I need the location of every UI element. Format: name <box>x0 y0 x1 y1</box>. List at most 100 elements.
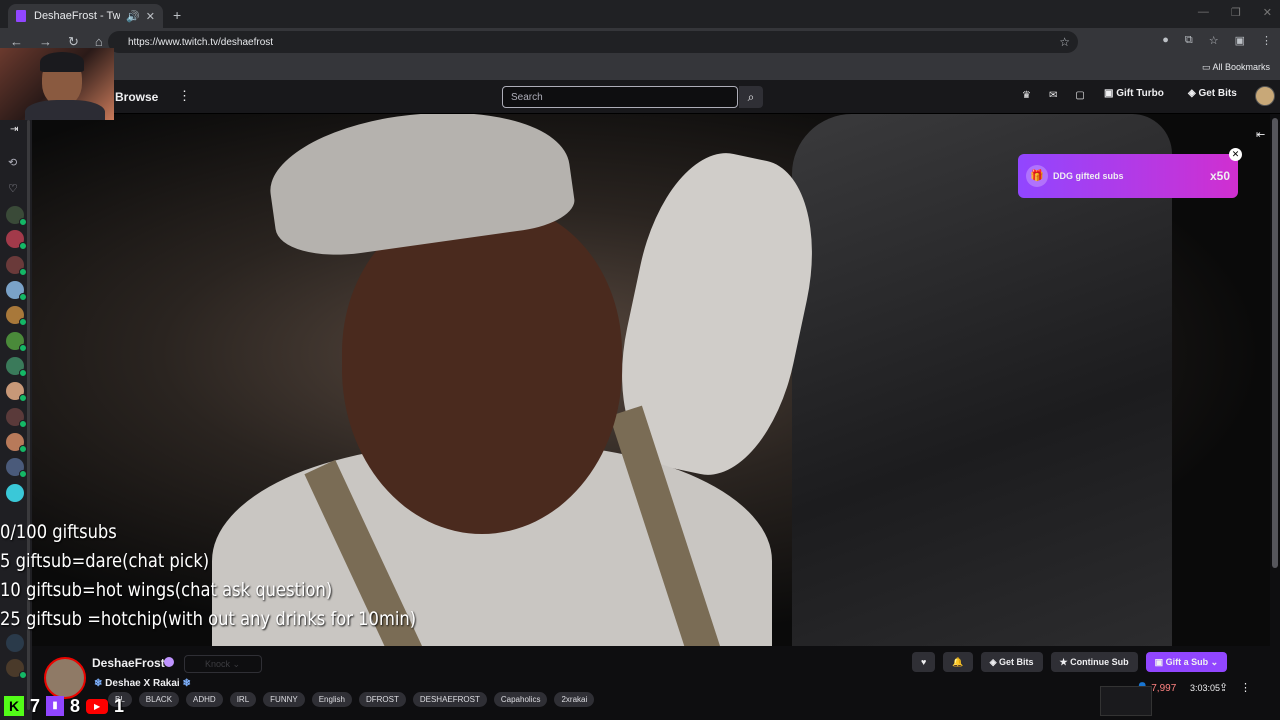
channel-avatar[interactable] <box>6 484 24 502</box>
get-bits-channel-button[interactable]: ◈ Get Bits <box>980 652 1043 672</box>
tag[interactable]: Capaholics <box>493 692 548 707</box>
youtube-count: 1 <box>114 695 125 716</box>
youtube-logo-icon: ▶ <box>86 698 109 714</box>
all-bookmarks-button[interactable]: ▭ All Bookmarks <box>1202 62 1270 73</box>
window-controls: — ❐ ✕ <box>1198 6 1272 19</box>
share-icon[interactable]: ⇪ <box>1219 681 1228 694</box>
crown-icon[interactable]: ♛ <box>1022 90 1031 101</box>
snowflake-icon: ❄ <box>182 678 191 689</box>
tag[interactable]: ADHD <box>186 692 223 707</box>
channel-avatar[interactable] <box>6 433 27 453</box>
channel-avatar[interactable] <box>6 256 27 276</box>
expand-chat-icon[interactable]: ⇤ <box>1256 128 1265 141</box>
kick-logo-icon: K <box>4 696 24 716</box>
live-dot <box>19 420 27 428</box>
overlay-line: 10 giftsub=hot wings(chat ask question) <box>0 579 333 601</box>
live-dot <box>19 671 27 679</box>
mini-preview-overlay <box>1100 686 1152 716</box>
channel-avatar[interactable] <box>6 458 27 478</box>
channel-avatar[interactable] <box>6 230 27 250</box>
tag[interactable]: DESHAEFROST <box>412 692 487 707</box>
channel-name[interactable]: DeshaeFrost <box>92 656 165 670</box>
tab-title: DeshaeFrost - Twitch <box>34 10 121 22</box>
gift-icon: 🎁 <box>1026 165 1048 187</box>
all-bookmarks-label: All Bookmarks <box>1212 62 1270 72</box>
snowflake-icon: ❄ <box>94 678 103 689</box>
new-tab-button[interactable]: + <box>173 7 181 23</box>
gift-sub-goals-overlay: 0/100 giftsubs 5 giftsub=dare(chat pick)… <box>0 518 416 634</box>
close-tab-icon[interactable]: ✕ <box>146 10 155 23</box>
verified-icon <box>164 657 174 667</box>
follow-heart-button[interactable]: ♥ <box>912 652 936 672</box>
gift-a-sub-button[interactable]: ▣ Gift a Sub ⌄ <box>1145 652 1228 672</box>
channel-avatar[interactable] <box>6 306 27 326</box>
continue-sub-button[interactable]: ★ Continue Sub <box>1050 652 1138 672</box>
overlay-line: 5 giftsub=dare(chat pick) <box>0 550 210 572</box>
stream-title: ❄ Deshae X Rakai ❄ <box>94 678 191 689</box>
live-dot <box>19 445 27 453</box>
browser-tab[interactable]: DeshaeFrost - Twitch 🔊 ✕ <box>8 4 163 28</box>
tag[interactable]: English <box>311 692 352 707</box>
continue-sub-label: Continue Sub <box>1070 657 1129 667</box>
window-close-icon[interactable]: ✕ <box>1263 6 1272 19</box>
puzzle-icon[interactable]: ⧉ <box>1185 34 1193 47</box>
channel-avatar[interactable] <box>6 332 27 352</box>
tag[interactable]: IRL <box>229 692 257 707</box>
channel-avatar[interactable] <box>6 408 27 428</box>
notifications-bell-button[interactable]: 🔔 <box>943 652 973 672</box>
expand-sidebar-icon[interactable]: ⇥ <box>10 124 18 135</box>
live-dot <box>19 369 27 377</box>
favorites-icon[interactable]: ☆ <box>1209 34 1219 47</box>
tag[interactable]: FUNNY <box>263 692 305 707</box>
get-bits-button[interactable]: ◈ Get Bits <box>1188 88 1237 99</box>
speaker-icon[interactable]: 🔊 <box>126 10 140 23</box>
channel-avatar[interactable] <box>6 382 27 402</box>
get-bits-label: Get Bits <box>1198 88 1237 99</box>
live-dot <box>19 218 27 226</box>
search-input[interactable]: Search <box>502 86 738 108</box>
channel-avatar[interactable] <box>6 659 27 679</box>
twitch-favicon-icon <box>16 10 26 22</box>
extension-icon[interactable]: ● <box>1162 34 1169 47</box>
minimize-icon[interactable]: — <box>1198 6 1209 19</box>
live-dot <box>19 344 27 352</box>
twitch-count: 8 <box>70 695 81 716</box>
channel-avatar[interactable] <box>6 206 27 226</box>
live-dot <box>19 318 27 326</box>
channel-avatar[interactable] <box>6 357 27 377</box>
collections-icon[interactable]: ▣ <box>1235 34 1245 47</box>
inbox-icon[interactable]: ✉ <box>1049 90 1057 101</box>
address-bar[interactable]: https://www.twitch.tv/deshaefrost ☆ <box>108 31 1078 53</box>
page-scrollbar[interactable] <box>1272 118 1278 568</box>
tag[interactable]: DFROST <box>358 692 406 707</box>
stream-tags: BL BLACK ADHD IRL FUNNY English DFROST D… <box>108 692 595 707</box>
tag[interactable]: 2xrakai <box>554 692 595 707</box>
browse-link[interactable]: Browse <box>115 90 158 104</box>
menu-icon[interactable]: ⋮ <box>1261 34 1272 47</box>
live-dot <box>19 394 27 402</box>
notification-close-icon[interactable]: ✕ <box>1229 148 1242 161</box>
restore-icon[interactable]: ❐ <box>1231 6 1241 19</box>
channel-avatar[interactable] <box>6 634 24 652</box>
get-bits-channel-label: Get Bits <box>998 657 1034 667</box>
social-counters-overlay: K 7 ▮ 8 ▶ 1 <box>0 692 170 720</box>
knock-button[interactable]: Knock ⌄ <box>184 655 262 673</box>
video-face <box>342 204 622 534</box>
bookmark-star-icon[interactable]: ☆ <box>1059 35 1070 49</box>
stream-title-text: Deshae X Rakai <box>105 678 180 689</box>
whispers-icon[interactable]: ▢ <box>1075 90 1084 101</box>
twitch-logo-icon: ▮ <box>46 696 65 716</box>
gift-turbo-button[interactable]: ▣ Gift Turbo <box>1104 88 1164 99</box>
gift-a-sub-label: Gift a Sub <box>1165 657 1209 667</box>
heart-icon[interactable]: ♡ <box>8 182 18 195</box>
more-options-icon[interactable]: ⋮ <box>1240 681 1251 694</box>
channel-avatar[interactable] <box>6 281 27 301</box>
notification-count: x50 <box>1209 169 1230 183</box>
channel-info-bar: DeshaeFrost Knock ⌄ ❄ Deshae X Rakai ❄ B… <box>32 646 1280 720</box>
extension-icons: ● ⧉ ☆ ▣ ⋮ <box>1162 34 1272 47</box>
recommended-icon[interactable]: ⟲ <box>8 156 17 169</box>
more-options-icon[interactable]: ⋮ <box>178 88 191 104</box>
viewer-count-value: 7,997 <box>1151 683 1177 694</box>
user-avatar[interactable] <box>1255 86 1275 106</box>
search-icon[interactable]: ⌕ <box>739 86 763 108</box>
